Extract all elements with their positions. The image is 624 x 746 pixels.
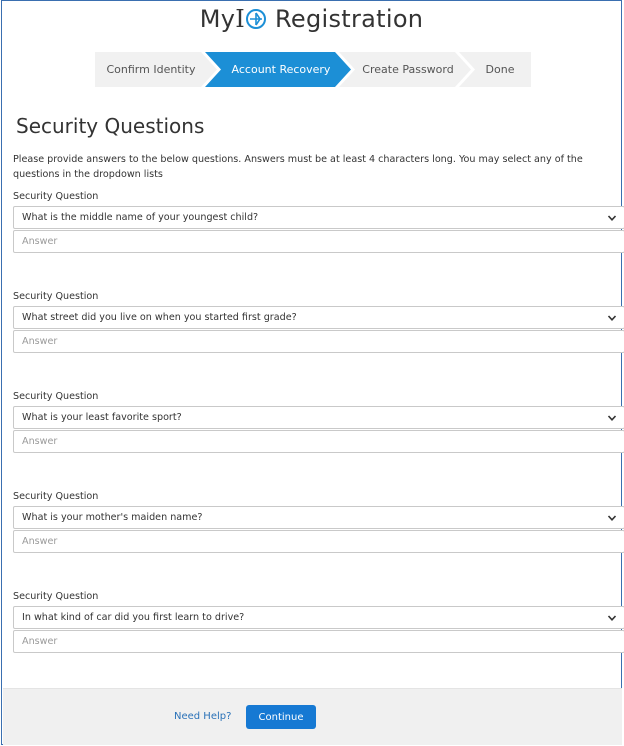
step-create-password: Create Password (339, 52, 471, 87)
security-question-select[interactable]: What is your least favorite sport? (13, 406, 624, 429)
chevron-down-icon (607, 315, 617, 321)
security-question-group: Security Question What is the middle nam… (13, 190, 624, 253)
security-question-select[interactable]: In what kind of car did you first learn … (13, 606, 624, 629)
footer-bar: Need Help? Continue (3, 688, 622, 745)
progress-stepper: Confirm Identity Account Recovery Create… (95, 52, 531, 87)
security-question-label: Security Question (13, 391, 99, 402)
security-question-group: Security Question What is your least fav… (13, 390, 624, 453)
answer-input[interactable] (13, 430, 624, 453)
selected-question-text: What street did you live on when you sta… (22, 312, 297, 323)
step-account-recovery: Account Recovery (205, 52, 351, 87)
chevron-down-icon (607, 415, 617, 421)
d-logo-icon (245, 9, 266, 29)
need-help-link[interactable]: Need Help? (174, 711, 231, 722)
myid-logo: My I Registration (200, 5, 424, 33)
security-question-group: Security Question What is your mother's … (13, 490, 624, 553)
registration-frame: My I Registration Confirm Identity Accou… (1, 0, 624, 745)
continue-button[interactable]: Continue (246, 705, 316, 729)
logo-prefix: My (199, 5, 236, 33)
security-question-group: Security Question What street did you li… (13, 290, 624, 353)
header: My I Registration (2, 5, 621, 41)
security-question-label: Security Question (13, 291, 99, 302)
instructions-text: Please provide answers to the below ques… (13, 154, 583, 180)
chevron-down-icon (607, 615, 617, 621)
step-confirm-identity: Confirm Identity (95, 52, 217, 87)
selected-question-text: What is the middle name of your youngest… (22, 212, 259, 223)
chevron-down-icon (607, 215, 617, 221)
security-question-select[interactable]: What is your mother's maiden name? (13, 506, 624, 529)
answer-input[interactable] (13, 330, 624, 353)
selected-question-text: In what kind of car did you first learn … (22, 612, 245, 623)
security-question-select[interactable]: What is the middle name of your youngest… (13, 206, 624, 229)
answer-input[interactable] (13, 230, 624, 253)
security-question-label: Security Question (13, 491, 99, 502)
answer-input[interactable] (13, 530, 624, 553)
chevron-down-icon (607, 515, 617, 521)
security-question-label: Security Question (13, 591, 99, 602)
security-question-label: Security Question (13, 191, 99, 202)
answer-input[interactable] (13, 630, 624, 653)
logo-i-glyph: I (235, 5, 245, 33)
security-question-group: Security Question In what kind of car di… (13, 590, 624, 653)
page-title: Security Questions (16, 114, 205, 138)
selected-question-text: What is your least favorite sport? (22, 412, 182, 423)
logo-suffix: Registration (274, 5, 424, 33)
selected-question-text: What is your mother's maiden name? (22, 512, 203, 523)
security-question-select[interactable]: What street did you live on when you sta… (13, 306, 624, 329)
